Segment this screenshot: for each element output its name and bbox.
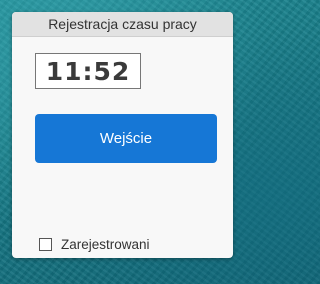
enter-button[interactable]: Wejście (35, 114, 217, 163)
registered-checkbox-row[interactable]: Zarejestrowani (39, 237, 150, 252)
registered-checkbox-label[interactable]: Zarejestrowani (61, 237, 150, 252)
panel-title: Rejestracja czasu pracy (12, 12, 233, 37)
registered-checkbox[interactable] (39, 238, 52, 251)
time-registration-panel: Rejestracja czasu pracy 11:52 Wejście Za… (12, 12, 233, 258)
clock-display: 11:52 (35, 53, 141, 89)
